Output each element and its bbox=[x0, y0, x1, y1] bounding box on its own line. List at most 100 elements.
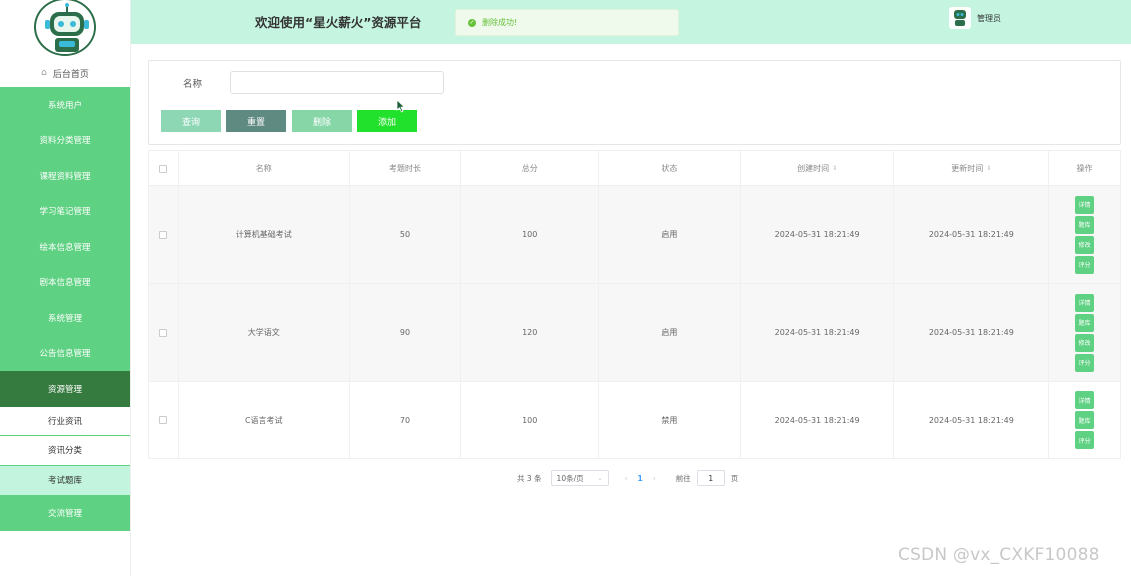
cell-created: 2024-05-31 18:21:49 bbox=[741, 284, 895, 381]
search-label: 名称 bbox=[183, 79, 203, 90]
sidebar-item-announcements[interactable]: 公告信息管理 bbox=[0, 335, 130, 371]
delete-button[interactable]: 删除 bbox=[292, 110, 352, 132]
cell-name: C语言考试 bbox=[179, 382, 350, 458]
sidebar: ⌂ 后台首页 系统用户 资料分类管理 课程资料管理 学习笔记管理 绘本信息管理 … bbox=[0, 0, 131, 576]
exam-table: 名称 考题时长 总分 状态 创建时间 ⇕ 更新时间 ⇕ 操作 计算机基础考试 50 … bbox=[148, 150, 1121, 459]
cell-updated: 2024-05-31 18:21:49 bbox=[894, 284, 1050, 381]
sidebar-item-label: 交流管理 bbox=[47, 508, 82, 519]
sort-icon[interactable]: ⇕ bbox=[832, 165, 837, 172]
sidebar-home-label: 后台首页 bbox=[52, 69, 89, 80]
row-select-cell[interactable] bbox=[149, 284, 179, 381]
row-select-cell[interactable] bbox=[149, 382, 179, 458]
row-select-cell[interactable] bbox=[149, 186, 179, 283]
column-header-created[interactable]: 创建时间 ⇕ bbox=[741, 151, 895, 186]
total-count: 共 3 条 bbox=[517, 473, 542, 483]
reset-button[interactable]: 重置 bbox=[226, 110, 286, 132]
submenu-item-label: 资讯分类 bbox=[47, 446, 82, 457]
sidebar-item-communication[interactable]: 交流管理 bbox=[0, 495, 130, 531]
robot-logo-icon bbox=[34, 0, 96, 56]
sidebar-item-label: 学习笔记管理 bbox=[39, 207, 91, 218]
row-checkbox[interactable] bbox=[159, 328, 168, 337]
cell-score: 100 bbox=[461, 382, 600, 458]
page-suffix: 页 bbox=[730, 473, 739, 483]
row-checkbox[interactable] bbox=[159, 416, 168, 424]
sidebar-item-label: 系统管理 bbox=[47, 313, 82, 324]
mouse-cursor-icon bbox=[396, 98, 406, 117]
submenu-item-label: 考试题库 bbox=[47, 476, 82, 487]
cell-actions: 详情 题库 评分 bbox=[1049, 382, 1120, 458]
question-bank-button[interactable]: 题库 bbox=[1075, 313, 1095, 332]
cell-duration: 90 bbox=[350, 284, 462, 381]
column-header-updated[interactable]: 更新时间 ⇕ bbox=[894, 151, 1050, 186]
sidebar-item-system-management[interactable]: 系统管理 bbox=[0, 300, 130, 336]
cell-created: 2024-05-31 18:21:49 bbox=[741, 382, 895, 458]
edit-button[interactable]: 修改 bbox=[1075, 333, 1095, 352]
grade-button[interactable]: 评分 bbox=[1075, 353, 1095, 372]
column-header-label: 考题时长 bbox=[388, 164, 421, 173]
next-page-icon[interactable]: › bbox=[653, 474, 656, 483]
detail-button[interactable]: 详情 bbox=[1075, 195, 1095, 214]
home-icon: ⌂ bbox=[41, 68, 47, 78]
sort-icon[interactable]: ⇕ bbox=[986, 165, 991, 172]
header-select-all[interactable] bbox=[149, 151, 179, 186]
sidebar-item-material-category[interactable]: 资料分类管理 bbox=[0, 122, 130, 158]
pagination: 共 3 条 10条/页 ⌄ ‹ 1 › 前往 1 页 bbox=[517, 469, 738, 487]
sidebar-item-label: 系统用户 bbox=[47, 100, 82, 111]
current-page[interactable]: 1 bbox=[638, 474, 643, 483]
toast-message: 删除成功! bbox=[482, 18, 518, 27]
row-checkbox[interactable] bbox=[159, 230, 168, 239]
sidebar-item-label: 公告信息管理 bbox=[39, 349, 91, 360]
name-search-input[interactable] bbox=[230, 71, 444, 94]
cell-status: 启用 bbox=[599, 186, 741, 283]
column-header-score: 总分 bbox=[461, 151, 600, 186]
welcome-title: 欢迎使用“星火薪火”资源平台 bbox=[255, 15, 422, 30]
grade-button[interactable]: 评分 bbox=[1075, 431, 1095, 449]
page-size-select[interactable]: 10条/页 ⌄ bbox=[550, 470, 609, 486]
sidebar-item-study-notes[interactable]: 学习笔记管理 bbox=[0, 193, 130, 229]
goto-page-input[interactable]: 1 bbox=[696, 470, 725, 486]
search-panel: 名称 查询 重置 删除 添加 bbox=[148, 60, 1121, 145]
edit-button[interactable]: 修改 bbox=[1075, 235, 1095, 254]
cell-name: 大学语文 bbox=[179, 284, 350, 381]
cell-created: 2024-05-31 18:21:49 bbox=[741, 186, 895, 283]
success-toast: ✓ 删除成功! bbox=[455, 9, 679, 36]
sidebar-item-label: 资源管理 bbox=[47, 384, 82, 395]
question-bank-button[interactable]: 题库 bbox=[1075, 215, 1095, 234]
column-header-label: 操作 bbox=[1076, 164, 1093, 173]
submenu-item-exam-bank[interactable]: 考试题库 bbox=[0, 465, 130, 495]
column-header-label: 更新时间 bbox=[951, 164, 984, 173]
detail-button[interactable]: 详情 bbox=[1075, 391, 1095, 409]
detail-button[interactable]: 详情 bbox=[1075, 293, 1095, 312]
cell-name: 计算机基础考试 bbox=[179, 186, 350, 283]
sidebar-item-course-material[interactable]: 课程资料管理 bbox=[0, 158, 130, 194]
column-header-label: 总分 bbox=[521, 164, 538, 173]
sidebar-item-picture-books[interactable]: 绘本信息管理 bbox=[0, 229, 130, 265]
prev-page-icon[interactable]: ‹ bbox=[625, 474, 628, 483]
submenu-item-industry-news[interactable]: 行业资讯 bbox=[0, 406, 130, 436]
sidebar-home-link[interactable]: ⌂ 后台首页 bbox=[0, 59, 130, 87]
add-button[interactable]: 添加 bbox=[357, 110, 417, 132]
column-header-name: 名称 bbox=[179, 151, 350, 186]
admin-menu[interactable]: 管理员 bbox=[949, 7, 1001, 29]
column-header-label: 状态 bbox=[661, 164, 678, 173]
select-all-checkbox[interactable] bbox=[159, 164, 168, 173]
table-row: C语言考试 70 100 禁用 2024-05-31 18:21:49 2024… bbox=[149, 382, 1120, 459]
column-header-label: 创建时间 bbox=[797, 164, 830, 173]
chevron-down-icon: ⌄ bbox=[597, 474, 603, 482]
column-header-label: 名称 bbox=[255, 164, 272, 173]
query-button[interactable]: 查询 bbox=[161, 110, 221, 132]
logo-area bbox=[0, 0, 130, 59]
admin-avatar-icon bbox=[949, 7, 971, 29]
cell-duration: 70 bbox=[350, 382, 462, 458]
sidebar-item-scripts[interactable]: 剧本信息管理 bbox=[0, 264, 130, 300]
sidebar-item-label: 课程资料管理 bbox=[39, 171, 91, 182]
submenu-item-news-category[interactable]: 资讯分类 bbox=[0, 436, 130, 466]
check-circle-icon: ✓ bbox=[468, 18, 476, 27]
question-bank-button[interactable]: 题库 bbox=[1075, 411, 1095, 429]
grade-button[interactable]: 评分 bbox=[1075, 255, 1095, 274]
cell-updated: 2024-05-31 18:21:49 bbox=[894, 186, 1050, 283]
sidebar-item-system-users[interactable]: 系统用户 bbox=[0, 87, 130, 123]
sidebar-item-resource-management[interactable]: 资源管理 bbox=[0, 371, 130, 407]
cell-score: 100 bbox=[461, 186, 600, 283]
column-header-status: 状态 bbox=[599, 151, 741, 186]
